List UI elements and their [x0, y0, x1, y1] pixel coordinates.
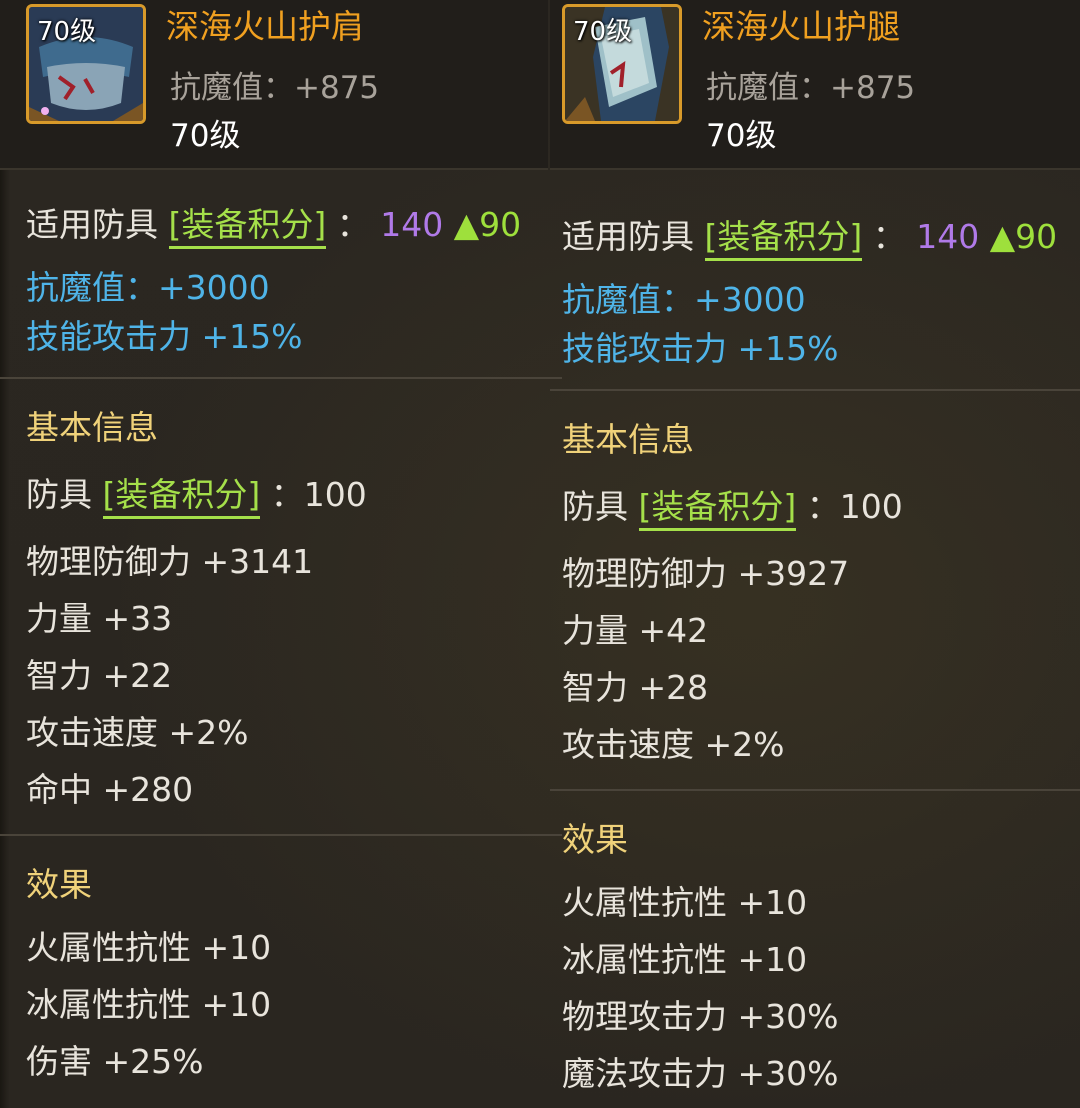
divider: [550, 789, 1080, 791]
armor-score-keyword-link[interactable]: [装备积分]: [638, 487, 797, 531]
header-stat: 抗魔值：+875: [170, 70, 380, 106]
equipment-score-line: 适用防具 [装备积分] ： 140 ▲90: [562, 208, 1072, 265]
armor-score-value: ：100: [806, 487, 903, 526]
header-stat: 抗魔值：+875: [706, 70, 916, 106]
divider: [0, 834, 562, 836]
header-level: 70级: [706, 118, 777, 154]
effect-line: 魔法攻击力 +30%: [562, 1054, 839, 1093]
armor-score-keyword-link[interactable]: [装备积分]: [102, 475, 261, 519]
effect-line: 火属性抗性 +10: [26, 928, 272, 967]
bonus-line: 技能攻击力 +15%: [26, 317, 303, 356]
score-value: 140: [380, 205, 444, 244]
tooltip-body: 适用防具 [装备积分] ： 140 ▲90 抗魔值：+3000 技能攻击力 +1…: [550, 208, 1080, 1102]
section-title-basic-info: 基本信息: [562, 420, 694, 459]
section-title-effects: 效果: [26, 865, 92, 904]
stat-line: 物理防御力 +3927: [562, 554, 850, 593]
score-delta: ▲90: [989, 217, 1058, 256]
effect-line: 物理攻击力 +30%: [562, 997, 839, 1036]
equipment-score-line: 适用防具 [装备积分] ： 140 ▲90: [26, 196, 536, 253]
item-level-badge: 70级: [37, 17, 97, 47]
section-title-basic-info: 基本信息: [26, 408, 158, 447]
bonus-line: 抗魔值：+3000: [562, 280, 806, 319]
score-keyword-link[interactable]: [装备积分]: [704, 217, 863, 261]
stat-line: 攻击速度 +2%: [562, 725, 785, 764]
armor-score-prefix: 防具: [562, 487, 628, 526]
stat-line: 力量 +42: [562, 611, 709, 650]
item-name: 深海火山护腿: [702, 7, 900, 46]
armor-score-value: ：100: [270, 475, 367, 514]
divider: [0, 377, 562, 379]
item-tooltip-shoulder: 70级 深海火山护肩 抗魔值：+875 70级 适用防具 [装备积分] ： 14…: [0, 0, 562, 1108]
score-colon: ：: [872, 217, 906, 256]
stat-line: 智力 +22: [26, 656, 173, 695]
effect-line: 冰属性抗性 +10: [26, 985, 272, 1024]
effect-line: 伤害 +25%: [26, 1042, 204, 1081]
score-delta: ▲90: [453, 205, 522, 244]
score-colon: ：: [336, 205, 370, 244]
stat-line: 力量 +33: [26, 599, 173, 638]
armor-score-line: 防具 [装备积分] ：100: [562, 478, 1072, 535]
divider: [550, 389, 1080, 391]
armor-score-line: 防具 [装备积分] ：100: [26, 466, 536, 523]
bonus-line: 技能攻击力 +15%: [562, 329, 839, 368]
bonus-line: 抗魔值：+3000: [26, 268, 270, 307]
score-keyword-link[interactable]: [装备积分]: [168, 205, 327, 249]
stat-line: 智力 +28: [562, 668, 709, 707]
tooltip-header: 70级 深海火山护腿 抗魔值：+875 70级: [550, 0, 1080, 170]
item-name: 深海火山护肩: [166, 7, 364, 46]
tooltip-body: 适用防具 [装备积分] ： 140 ▲90 抗魔值：+3000 技能攻击力 +1…: [0, 196, 562, 1090]
stat-line: 物理防御力 +3141: [26, 542, 314, 581]
effect-line: 冰属性抗性 +10: [562, 940, 808, 979]
item-icon-shoulder[interactable]: 70级: [26, 4, 146, 124]
score-prefix: 适用防具: [26, 205, 158, 244]
stat-line: 命中 +280: [26, 770, 194, 809]
item-icon-legs[interactable]: 70级: [562, 4, 682, 124]
header-level: 70级: [170, 118, 241, 154]
tooltip-header: 70级 深海火山护肩 抗魔值：+875 70级: [0, 0, 548, 170]
score-prefix: 适用防具: [562, 217, 694, 256]
item-tooltip-legs: 70级 深海火山护腿 抗魔值：+875 70级 适用防具 [装备积分] ： 14…: [550, 0, 1080, 1108]
item-level-badge: 70级: [573, 17, 633, 47]
score-value: 140: [916, 217, 980, 256]
section-title-effects: 效果: [562, 820, 628, 859]
tooltip-compare-view: 70级 深海火山护肩 抗魔值：+875 70级 适用防具 [装备积分] ： 14…: [0, 0, 1080, 1108]
armor-score-prefix: 防具: [26, 475, 92, 514]
effect-line: 火属性抗性 +10: [562, 883, 808, 922]
stat-line: 攻击速度 +2%: [26, 713, 249, 752]
